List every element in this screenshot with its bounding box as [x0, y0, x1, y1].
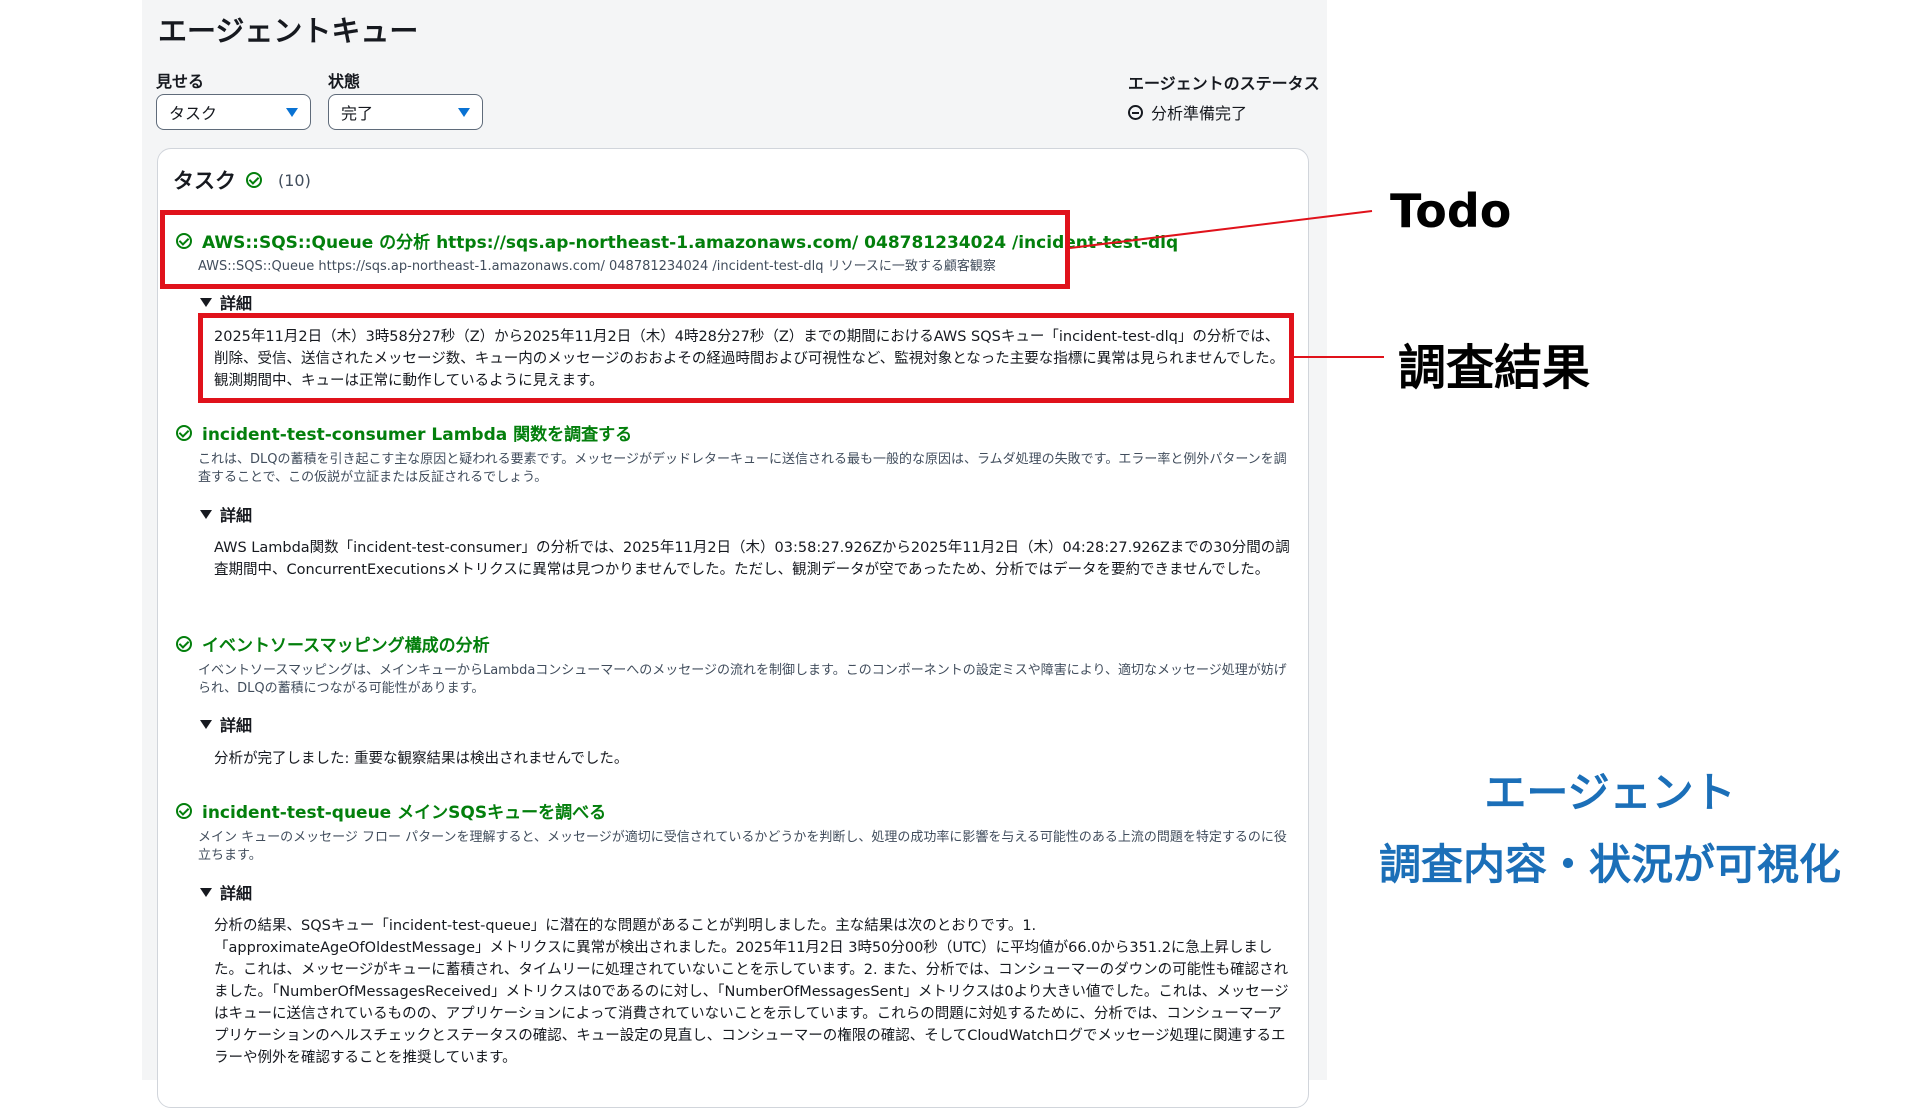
- details-toggle-1[interactable]: 詳細: [200, 290, 252, 314]
- task-title-4[interactable]: incident-test-queue メインSQSキューを調べる: [176, 798, 606, 823]
- agent-note-line2: 調査内容・状況が可視化: [1378, 840, 1841, 889]
- task-title-text: イベントソースマッピング構成の分析: [202, 636, 490, 656]
- caret-down-icon: [286, 107, 298, 117]
- todo-highlight-box: [160, 210, 1070, 289]
- show-select-value: タスク: [169, 104, 218, 123]
- tasks-card-header: タスク (10): [173, 165, 311, 195]
- tasks-card-title: タスク: [173, 169, 236, 193]
- details-toggle-4[interactable]: 詳細: [200, 880, 252, 904]
- task-title-3[interactable]: イベントソースマッピング構成の分析: [176, 631, 490, 656]
- details-label: 詳細: [220, 884, 253, 903]
- task-title-2[interactable]: incident-test-consumer Lambda 関数を調査する: [176, 420, 632, 445]
- agent-status-value: 分析準備完了: [1151, 104, 1248, 123]
- state-select[interactable]: 完了: [328, 94, 483, 130]
- status-minus-icon: [1128, 104, 1143, 120]
- task-detail-4: 分析の結果、SQSキュー「incident-test-queue」に潜在的な問題…: [214, 918, 1289, 1066]
- details-toggle-3[interactable]: 詳細: [200, 712, 252, 736]
- task-description-4: メイン キューのメッセージ フロー パターンを理解すると、メッセージが適切に受信…: [198, 830, 1287, 863]
- check-circle-icon: [176, 802, 192, 819]
- agent-status-label: エージェントのステータス: [1128, 74, 1320, 93]
- caret-down-icon: [200, 719, 212, 729]
- todo-callout-label: Todo: [1390, 184, 1512, 238]
- check-circle-icon: [246, 172, 262, 188]
- details-toggle-2[interactable]: 詳細: [200, 502, 252, 526]
- details-label: 詳細: [220, 294, 253, 313]
- caret-down-icon: [200, 297, 212, 307]
- task-description-3: イベントソースマッピングは、メインキューからLambdaコンシューマーへのメッセ…: [198, 663, 1287, 696]
- show-filter-label: 見せる: [156, 72, 205, 91]
- details-label: 詳細: [220, 716, 253, 735]
- result-highlight-box: [198, 313, 1294, 403]
- task-title-text: incident-test-consumer Lambda 関数を調査する: [202, 425, 633, 445]
- caret-down-icon: [200, 509, 212, 519]
- result-callout-label: 調査結果: [1398, 340, 1591, 396]
- task-detail-2: AWS Lambda関数「incident-test-consumer」の分析で…: [214, 540, 1290, 578]
- agent-status: 分析準備完了: [1128, 100, 1247, 124]
- details-label: 詳細: [220, 506, 253, 525]
- tasks-count: (10): [278, 170, 311, 190]
- show-select[interactable]: タスク: [156, 94, 311, 130]
- task-description-2: これは、DLQの蓄積を引き起こす主な原因と疑われる要素です。メッセージがデッドレ…: [198, 452, 1287, 485]
- check-circle-icon: [176, 635, 192, 652]
- caret-down-icon: [458, 107, 470, 117]
- page-title: エージェントキュー: [158, 14, 419, 48]
- agent-note-line1: エージェント: [1484, 768, 1736, 817]
- task-title-text: incident-test-queue メインSQSキューを調べる: [202, 803, 607, 823]
- caret-down-icon: [200, 887, 212, 897]
- state-select-value: 完了: [341, 104, 374, 123]
- check-circle-icon: [176, 424, 192, 441]
- task-detail-3: 分析が完了しました: 重要な観察結果は検出されませんでした。: [214, 751, 629, 767]
- state-filter-label: 状態: [328, 72, 361, 91]
